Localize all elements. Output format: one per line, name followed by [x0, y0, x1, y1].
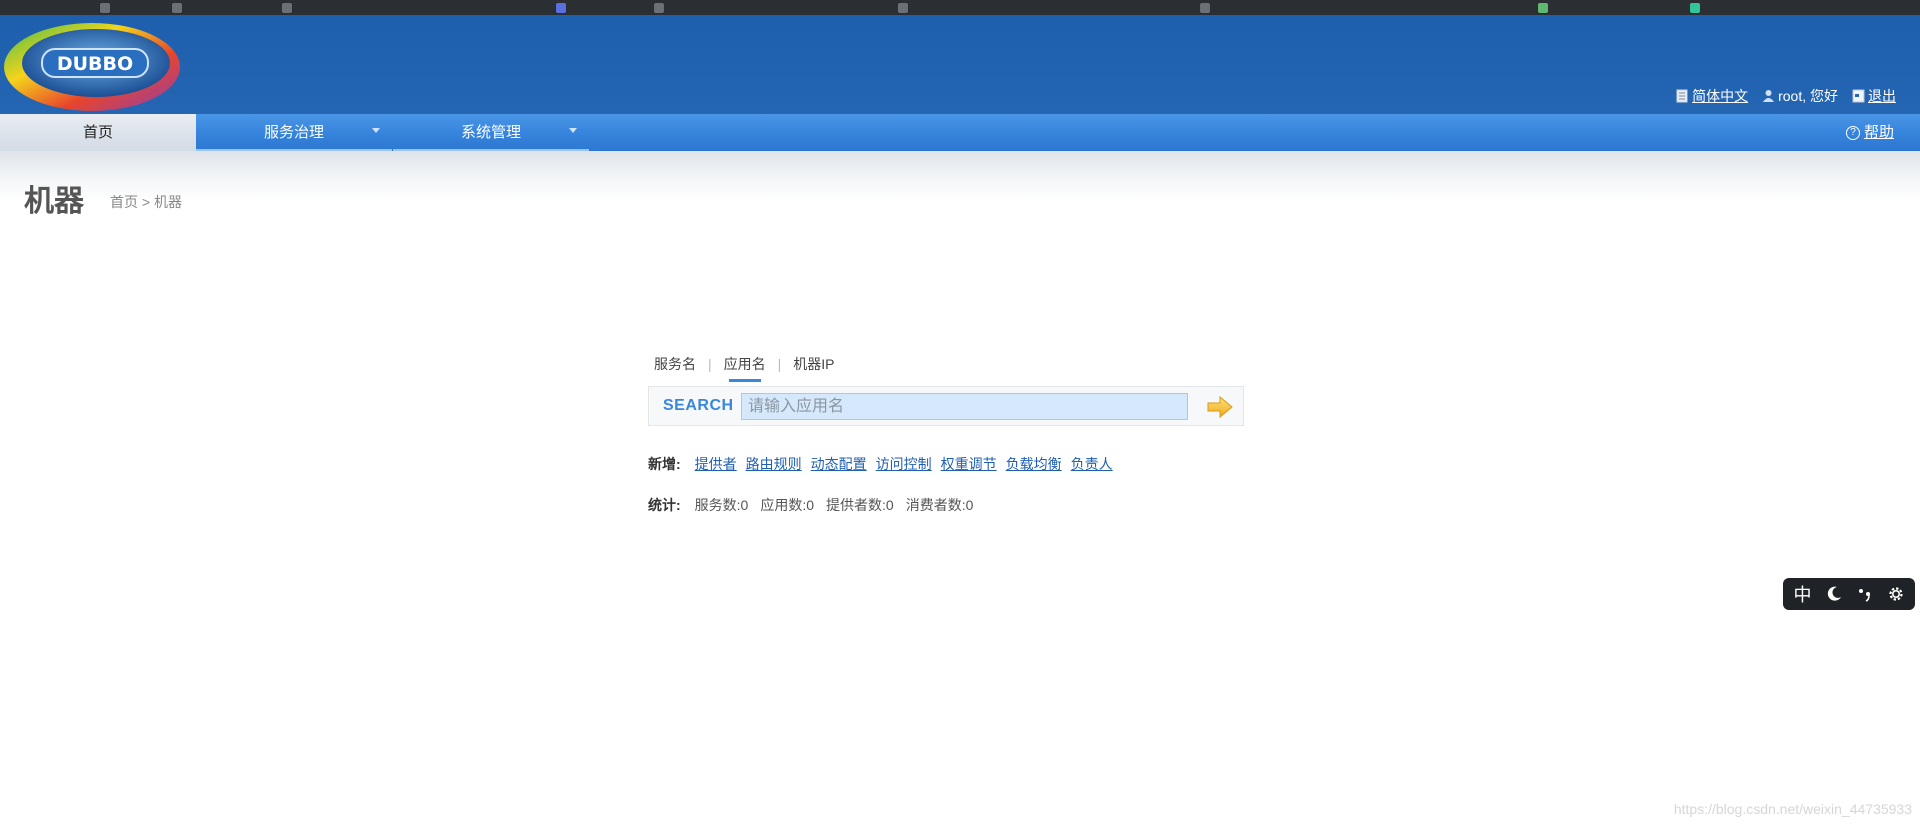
help-icon: ? [1845, 125, 1860, 140]
bookmark-icon[interactable] [1538, 3, 1548, 13]
add-route-rule-link[interactable]: 路由规则 [746, 454, 802, 474]
stat-service-count: 服务数:0 [694, 497, 749, 513]
nav-item-label: 服务治理 [263, 124, 324, 141]
nav-item-service-governance[interactable]: 服务治理 [196, 114, 392, 151]
stats-row: 统计: 服务数:0 应用数:0 提供者数:0 消费者数:0 [648, 495, 985, 515]
language-switch[interactable]: 简体中文 [1676, 86, 1748, 106]
dropdown-caret-icon [372, 128, 380, 133]
tab-app-name[interactable]: 应用名 [724, 354, 766, 382]
document-icon [1676, 89, 1688, 103]
watermark: https://blog.csdn.net/weixin_44735933 [1673, 801, 1912, 817]
add-links-row: 新增: 提供者 路由规则 动态配置 访问控制 权重调节 负载均衡 负责人 [648, 454, 1122, 474]
search-input[interactable] [741, 393, 1188, 420]
nav-item-home[interactable]: 首页 [0, 114, 196, 151]
add-access-control-link[interactable]: 访问控制 [876, 454, 932, 474]
bookmark-icon[interactable] [898, 3, 908, 13]
nav-item-system-management[interactable]: 系统管理 [393, 114, 589, 151]
search-label: SEARCH [663, 397, 734, 414]
add-label: 新增: [648, 456, 681, 472]
tab-divider: | [777, 356, 782, 372]
bookmark-icon[interactable] [556, 3, 566, 13]
help[interactable]: ? 帮助 [1845, 114, 1894, 151]
tab-service-name[interactable]: 服务名 [654, 354, 696, 374]
add-load-balance-link[interactable]: 负载均衡 [1006, 454, 1062, 474]
add-owner-link[interactable]: 负责人 [1071, 454, 1113, 474]
dropdown-caret-icon [569, 128, 577, 133]
ime-mode-toggle[interactable]: 中 [1794, 581, 1812, 607]
logo-text: DUBBO [57, 53, 133, 75]
bookmark-icon[interactable] [172, 3, 182, 13]
settings-gear-icon[interactable] [1887, 585, 1905, 603]
bookmark-icon[interactable] [654, 3, 664, 13]
moon-icon[interactable] [1825, 585, 1843, 603]
add-provider-link[interactable]: 提供者 [695, 454, 737, 474]
dubbo-logo[interactable]: DUBBO [2, 19, 182, 113]
add-dynamic-config-link[interactable]: 动态配置 [811, 454, 867, 474]
stat-provider-count: 提供者数:0 [826, 497, 894, 513]
main-nav: 首页 服务治理 系统管理 ? 帮助 [0, 114, 1920, 151]
search-tabs: 服务名 | 应用名 | 机器IP [648, 352, 1244, 382]
help-link[interactable]: 帮助 [1864, 114, 1894, 151]
punctuation-icon[interactable] [1856, 585, 1874, 603]
stat-app-count: 应用数:0 [760, 497, 815, 513]
user-icon [1763, 90, 1775, 102]
header-links: 简体中文 root, 您好 退出 [1662, 86, 1896, 106]
logout-link[interactable]: 退出 [1868, 86, 1896, 106]
user-info: root, 您好 [1762, 86, 1838, 106]
bookmark-icon[interactable] [100, 3, 110, 13]
ime-toolbar: 中 [1783, 578, 1915, 610]
app-header: DUBBO 简体中文 root, 您好 退出 [0, 15, 1920, 114]
bookmark-icon[interactable] [1690, 3, 1700, 13]
stat-consumer-count: 消费者数:0 [905, 497, 974, 513]
bookmark-icon[interactable] [1200, 3, 1210, 13]
logout-icon [1852, 89, 1865, 103]
search-go-arrow-icon[interactable] [1206, 395, 1234, 419]
stats-label: 统计: [648, 497, 681, 513]
title-bar [0, 151, 1920, 203]
nav-item-label: 首页 [82, 124, 113, 141]
bookmark-icon[interactable] [282, 3, 292, 13]
browser-bookmark-bar [0, 0, 1920, 15]
logout[interactable]: 退出 [1852, 86, 1896, 106]
breadcrumb: 首页 > 机器 [110, 194, 182, 210]
nav-item-label: 系统管理 [460, 124, 521, 141]
user-greeting: root, 您好 [1778, 88, 1838, 104]
tab-divider: | [708, 356, 712, 372]
language-link[interactable]: 简体中文 [1692, 86, 1748, 106]
search-panel: 服务名 | 应用名 | 机器IP SEARCH [648, 352, 1244, 426]
tab-machine-ip[interactable]: 机器IP [793, 354, 834, 374]
search-box: SEARCH [648, 386, 1244, 426]
add-weight-adjust-link[interactable]: 权重调节 [941, 454, 997, 474]
page-title: 机器 [24, 185, 84, 218]
